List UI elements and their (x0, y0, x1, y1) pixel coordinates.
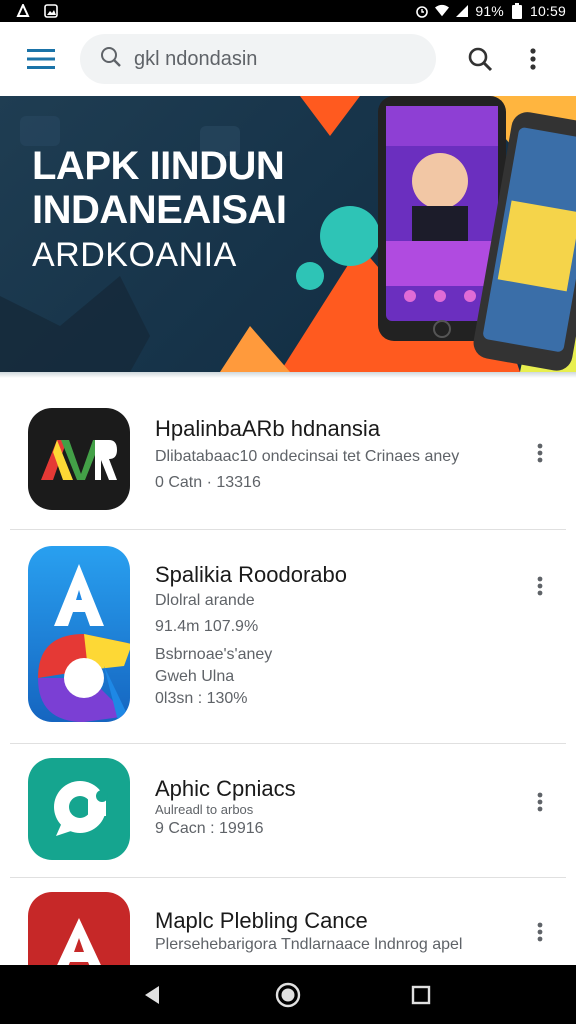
app-stats: 9 Cacn : 19916 (155, 820, 264, 837)
list-item[interactable]: Maplc Plebling Cance Plersehebarigora Tn… (0, 878, 576, 994)
home-icon[interactable] (268, 975, 308, 1015)
chat-bubble-logo-icon[interactable] (28, 758, 130, 860)
app-stats: 0l3sn : 130% (155, 690, 248, 707)
banner-title: LAPK IINDUN INDANEAISAI (32, 144, 287, 232)
recents-icon[interactable] (401, 975, 441, 1015)
clock: 10:59 (529, 3, 566, 19)
status-bar: 91% 10:59 (0, 0, 576, 22)
system-nav-bar (0, 965, 576, 1024)
more-vert-icon[interactable] (518, 37, 548, 81)
back-icon[interactable] (132, 975, 172, 1015)
search-query: gkl ndondasin (134, 47, 258, 70)
image-icon (44, 4, 58, 18)
banner-subtitle: ARDKOANIA (32, 236, 237, 274)
top-app-bar: gkl ndondasin (0, 22, 576, 96)
banner-artwork (0, 96, 576, 372)
promo-banner[interactable]: LAPK IINDUN INDANEAISAI ARDKOANIA (0, 96, 576, 372)
app-description: Dlibatabaac10 ondecinsai tet Crinaes ane… (155, 448, 460, 465)
search-input[interactable]: gkl ndondasin (80, 34, 436, 84)
app-description: Dlolral arande (155, 592, 255, 609)
notification-icon (16, 4, 30, 18)
avr-logo-icon[interactable] (28, 408, 130, 510)
app-secondary-line: Bsbrnoae's'aney (155, 646, 273, 663)
search-field-icon (100, 46, 122, 73)
alarm-icon (415, 4, 429, 18)
more-vert-icon[interactable] (526, 782, 554, 822)
more-vert-icon[interactable] (526, 912, 554, 952)
battery-icon (510, 3, 524, 19)
app-stats: 0 Catn · 13316 (155, 474, 261, 491)
battery-percent: 91% (475, 3, 504, 19)
signal-icon (455, 4, 469, 18)
a-letter-logo-icon[interactable] (28, 546, 130, 722)
app-name: Aphic Cpniacs (155, 776, 296, 801)
app-name: HpalinbaARb hdnansia (155, 416, 381, 441)
list-item[interactable]: HpalinbaARb hdnansia Dlibatabaac10 ondec… (0, 378, 576, 528)
list-item[interactable]: Aphic Cpniacs Aulreadl to arbos 9 Cacn :… (0, 744, 576, 876)
more-vert-icon[interactable] (526, 566, 554, 606)
app-name: Maplc Plebling Cance (155, 908, 368, 933)
search-icon[interactable] (458, 37, 502, 81)
list-item[interactable]: Spalikia Roodorabo Dlolral arande 91.4m … (0, 530, 576, 742)
more-vert-icon[interactable] (526, 433, 554, 473)
hamburger-menu-icon[interactable] (14, 32, 68, 86)
wifi-icon (435, 4, 450, 18)
app-description: Plersehebarigora Tndlarnaace lndnrog ape… (155, 936, 463, 953)
app-stats: 91.4m 107.9% (155, 618, 259, 635)
app-secondary-line: Gweh Ulna (155, 668, 235, 685)
app-name: Spalikia Roodorabo (155, 562, 348, 587)
app-description: Aulreadl to arbos (155, 802, 254, 817)
